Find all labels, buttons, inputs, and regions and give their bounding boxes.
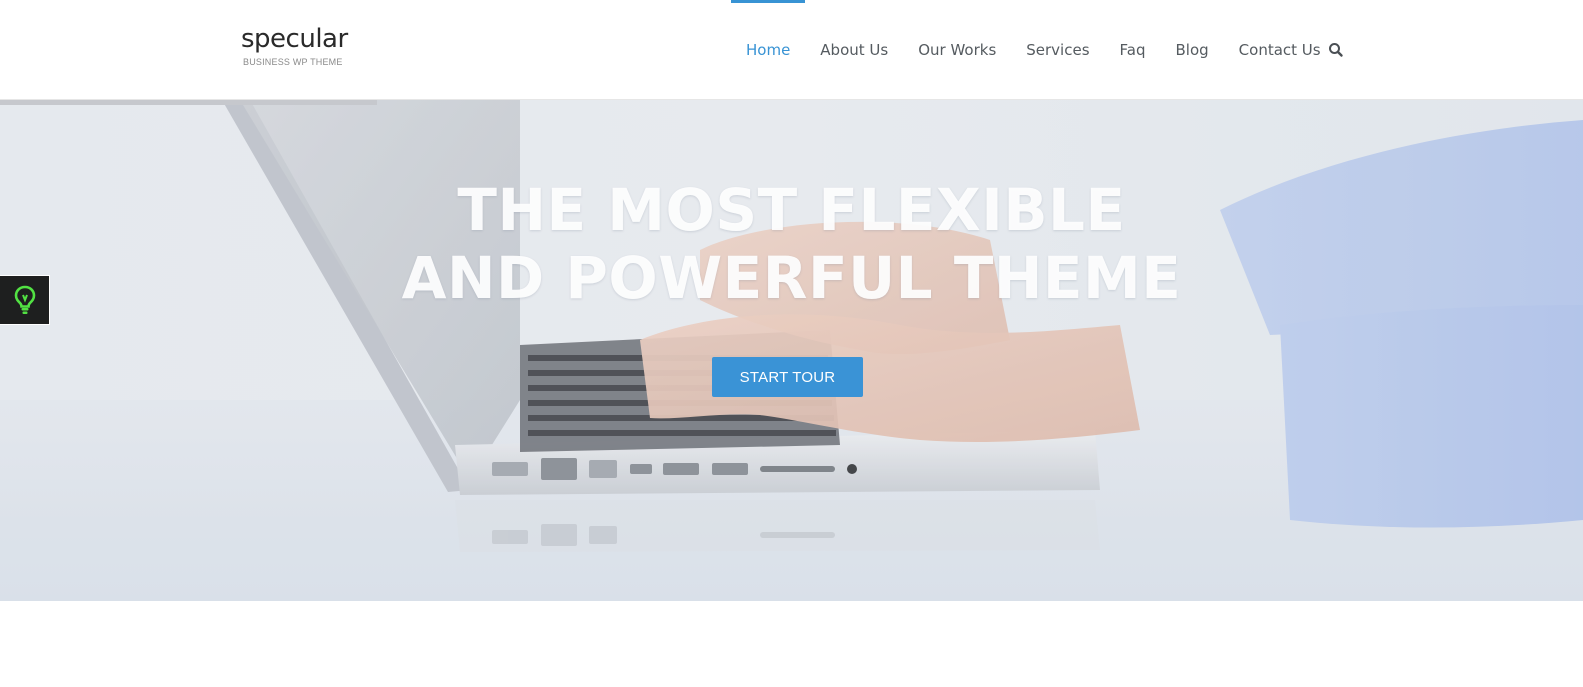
start-tour-button[interactable]: START TOUR — [712, 357, 863, 397]
nav-about-us[interactable]: About Us — [805, 0, 903, 100]
nav-contact-us[interactable]: Contact Us — [1224, 0, 1336, 100]
main-nav: Home About Us Our Works Services Faq Blo… — [731, 0, 1336, 100]
style-switcher-toggle[interactable] — [0, 275, 50, 325]
hero-headline-line1: THE MOST FLEXIBLE — [457, 176, 1126, 244]
lightbulb-icon — [14, 285, 35, 314]
hero-slider: THE MOST FLEXIBLE AND POWERFUL THEME STA… — [0, 100, 1583, 601]
nav-blog[interactable]: Blog — [1161, 0, 1224, 100]
nav-home[interactable]: Home — [731, 0, 806, 100]
hero-headline: THE MOST FLEXIBLE AND POWERFUL THEME — [0, 176, 1583, 312]
nav-faq[interactable]: Faq — [1105, 0, 1161, 100]
brand-tagline: BUSINESS WP THEME — [243, 57, 343, 67]
brand-name: specular — [241, 24, 348, 54]
site-header: specular BUSINESS WP THEME Home About Us… — [0, 0, 1583, 100]
site-logo[interactable]: specular BUSINESS WP THEME — [241, 22, 348, 67]
nav-services[interactable]: Services — [1011, 0, 1104, 100]
slider-progress-bar — [0, 100, 377, 105]
search-icon[interactable] — [1326, 40, 1346, 60]
nav-our-works[interactable]: Our Works — [903, 0, 1011, 100]
hero-headline-line2: AND POWERFUL THEME — [401, 244, 1182, 312]
